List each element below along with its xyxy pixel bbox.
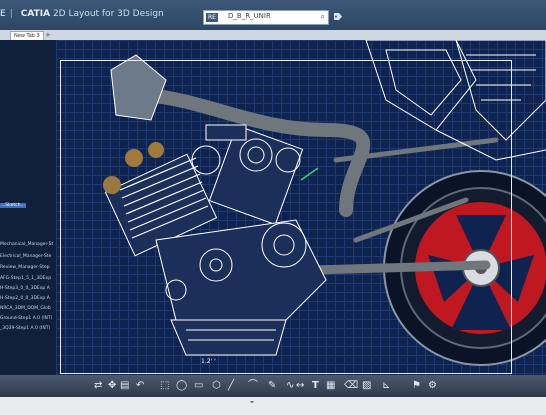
paste-icon[interactable]: ▤ [120, 380, 129, 392]
tree-item[interactable]: Electrical_Manager-Ste [0, 254, 51, 259]
arc-icon[interactable]: ⌒ [248, 380, 258, 392]
app-title: E | CATIA 2D Layout for 3D Design [0, 9, 164, 19]
search-box[interactable]: RE D_B_R_UNIR ⌕ [203, 10, 329, 25]
rectangle-icon[interactable]: ▭ [194, 380, 203, 392]
app-left-glyph: E [0, 9, 6, 19]
tag-icon[interactable] [333, 12, 343, 21]
tree-item[interactable]: Mechanical_Manager-St [0, 242, 53, 247]
add-tab-button[interactable]: + [42, 31, 54, 40]
polygon-icon[interactable]: ⬡ [212, 380, 221, 392]
bottom-toolbar: ⇄ ✥ ▤ ↶ ⬚ ◯ ▭ ⬡ ╱ ⌒ ✎ ∿ ↔ T ▦ ⌫ ▨ ⊾ ⚑ ⚙ [0, 375, 546, 397]
tab-new-tab-3[interactable]: New Tab 3 [10, 31, 44, 40]
hatch-icon[interactable]: ▨ [362, 380, 371, 392]
status-bar: ▬ [0, 397, 546, 415]
line-icon[interactable]: ╱ [228, 380, 234, 392]
select-icon[interactable]: ⬚ [160, 380, 169, 392]
erase-icon[interactable]: ⌫ [344, 380, 358, 392]
status-handle: ▬ [250, 399, 254, 404]
drawing-canvas[interactable]: 1.2' ' [56, 40, 546, 375]
annotation-icon[interactable]: ⚑ [412, 380, 421, 392]
search-tag[interactable]: RE [206, 13, 218, 22]
measure-icon[interactable]: ⊾ [382, 380, 390, 392]
tab-bar: New Tab 3 + [0, 30, 546, 40]
tree-item[interactable]: H-Step2_0_0_3DExp A [0, 296, 50, 301]
tree-item[interactable]: H-Step3_0_0_3DExp A [0, 286, 50, 291]
dimension-icon[interactable]: ↔ [296, 380, 304, 392]
tree-item[interactable]: Review_Manager-Step [0, 265, 50, 270]
search-input[interactable]: D_B_R_UNIR [228, 12, 271, 20]
spline-icon[interactable]: ∿ [286, 380, 294, 392]
tree-item[interactable]: _3Q39-Step1 A.0 (INT) [0, 326, 50, 331]
app-brand: CATIA [20, 9, 51, 19]
tree-item[interactable]: AFG-Step1_5_1_3DExp [0, 276, 51, 281]
title-bar: E | CATIA 2D Layout for 3D Design RE D_B_R… [0, 0, 546, 30]
arrows-icon[interactable]: ⇄ [94, 380, 102, 392]
pan-icon[interactable]: ✥ [108, 380, 116, 392]
circle-icon[interactable]: ◯ [176, 380, 187, 392]
app-subtitle: 2D Layout for 3D Design [52, 9, 164, 19]
specification-tree: ...Sketch... Mechanical_Manager-St Elect… [0, 40, 56, 375]
table-icon[interactable]: ▦ [326, 380, 335, 392]
tree-item[interactable]: NRCA_3DM_DQM_Glob [0, 306, 51, 311]
settings-icon[interactable]: ⚙ [428, 380, 437, 392]
title-separator: | [9, 9, 13, 19]
pen-icon[interactable]: ✎ [268, 380, 276, 392]
tree-item[interactable]: Ground-Step1 A.0 (INT) [0, 316, 52, 321]
undo-icon[interactable]: ↶ [136, 380, 144, 392]
tree-item-selected[interactable]: ...Sketch... [0, 203, 26, 208]
search-icon[interactable]: ⌕ [321, 12, 325, 22]
text-tool-button[interactable]: T [312, 380, 319, 392]
layout-frame [60, 60, 512, 374]
